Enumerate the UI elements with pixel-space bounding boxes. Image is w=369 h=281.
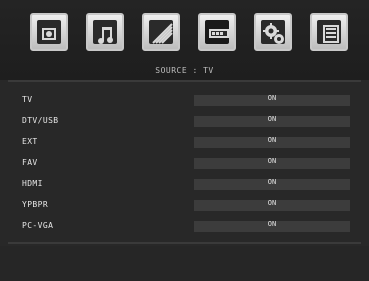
row-value: ON (267, 199, 277, 207)
value-bar[interactable]: ON (194, 178, 350, 190)
list-item[interactable]: EXT ON (8, 134, 361, 155)
category-icons (30, 13, 350, 53)
row-value: ON (267, 115, 277, 123)
source-title: SOURCE : TV (155, 66, 214, 75)
picture-icon[interactable] (30, 13, 68, 51)
row-value: ON (267, 220, 277, 228)
tv-source-menu: SOURCE : TV TV ON DTV/USB ON EXT ON FAV … (0, 0, 369, 281)
row-label: YPBPR (22, 200, 49, 209)
value-bar[interactable]: ON (194, 136, 350, 148)
row-value: ON (267, 94, 277, 102)
list-item[interactable]: HDMI ON (8, 176, 361, 197)
value-bar[interactable]: ON (194, 220, 350, 232)
row-label: EXT (22, 137, 38, 146)
value-bar[interactable]: ON (194, 199, 350, 211)
row-label: PC-VGA (22, 221, 54, 230)
top-toolbar: SOURCE : TV (0, 0, 369, 80)
source-list: TV ON DTV/USB ON EXT ON FAV ON HDMI ON Y… (8, 92, 361, 242)
list-item[interactable]: TV ON (8, 92, 361, 113)
settings-icon[interactable] (254, 13, 292, 51)
row-label: TV (22, 95, 33, 104)
bottom-divider (8, 242, 361, 244)
row-label: FAV (22, 158, 38, 167)
value-bar[interactable]: ON (194, 115, 350, 127)
source-icon[interactable] (198, 13, 236, 51)
list-item[interactable]: FAV ON (8, 155, 361, 176)
bottom-area (0, 246, 369, 281)
sound-icon[interactable] (86, 13, 124, 51)
value-bar[interactable]: ON (194, 157, 350, 169)
feature-icon[interactable] (142, 13, 180, 51)
list-item[interactable]: YPBPR ON (8, 197, 361, 218)
row-label: DTV/USB (22, 116, 59, 125)
info-icon[interactable] (310, 13, 348, 51)
row-value: ON (267, 157, 277, 165)
row-value: ON (267, 136, 277, 144)
list-item[interactable]: PC-VGA ON (8, 218, 361, 239)
value-bar[interactable]: ON (194, 94, 350, 106)
row-value: ON (267, 178, 277, 186)
list-item[interactable]: DTV/USB ON (8, 113, 361, 134)
row-label: HDMI (22, 179, 43, 188)
top-divider (8, 80, 361, 82)
